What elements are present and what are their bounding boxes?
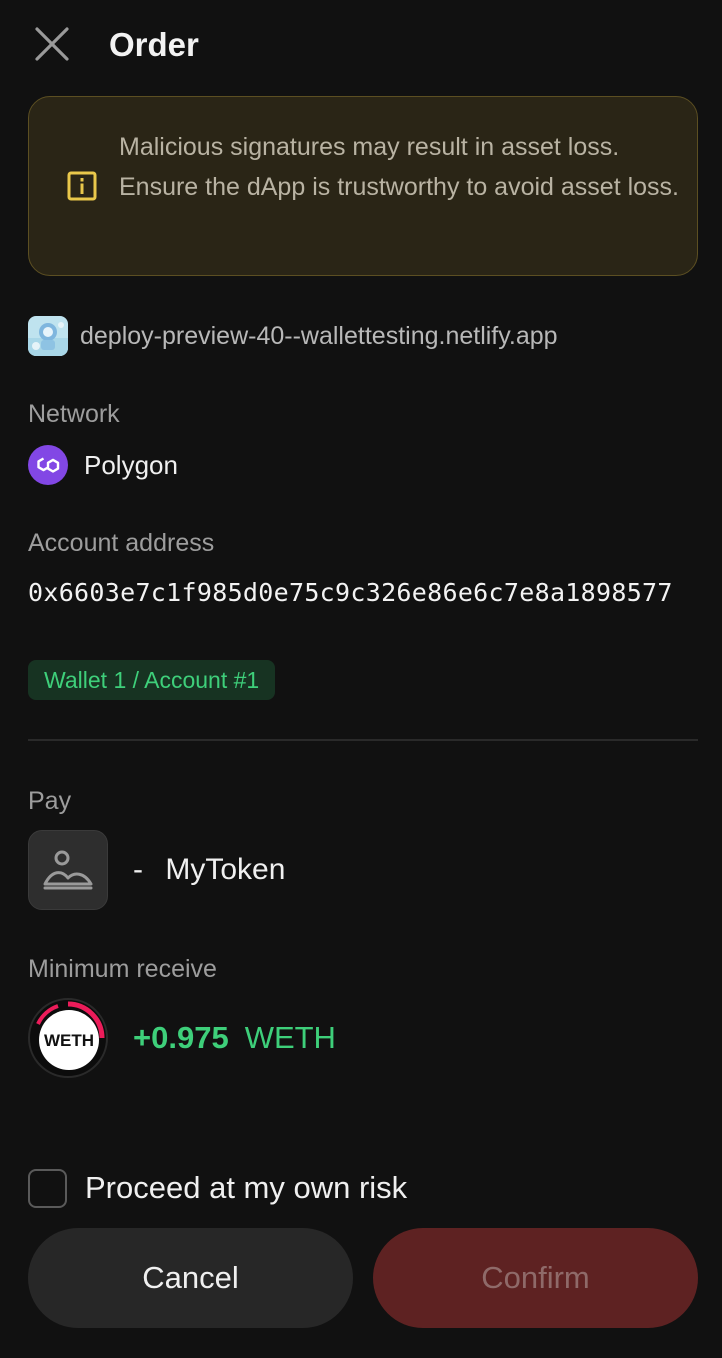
order-sheet: Order Malicious signatures may result in… [0, 0, 722, 1358]
polygon-icon [28, 445, 68, 485]
proceed-at-own-risk-row[interactable]: Proceed at my own risk [28, 1168, 407, 1208]
network-name: Polygon [84, 449, 178, 480]
dapp-origin: deploy-preview-40--wallettesting.netlify… [28, 316, 558, 356]
pay-token: - MyToken [133, 853, 285, 887]
pay-token-row: - MyToken [28, 830, 285, 910]
account-address: 0x6603e7c1f985d0e75c9c326e86e6c7e8a18985… [28, 578, 673, 607]
dapp-favicon [28, 316, 68, 356]
network-row: Polygon [28, 444, 178, 486]
dapp-host: deploy-preview-40--wallettesting.netlify… [80, 321, 558, 350]
proceed-risk-checkbox[interactable] [28, 1168, 67, 1208]
close-icon [35, 27, 69, 61]
risk-warning-banner: Malicious signatures may result in asset… [28, 96, 698, 276]
pay-token-name: MyToken [165, 853, 286, 886]
confirm-button[interactable]: Confirm [373, 1228, 698, 1328]
image-placeholder-icon [28, 830, 108, 910]
weth-logo-text: WETH [44, 1031, 94, 1050]
receive-amount: +0.975 [133, 1020, 229, 1055]
receive-symbol: WETH [244, 1020, 336, 1055]
wallet-account-badge: Wallet 1 / Account #1 [28, 660, 276, 700]
pay-amount-dash: - [133, 853, 143, 886]
pay-label: Pay [28, 787, 72, 815]
header: Order [0, 0, 722, 90]
account-label: Account address [28, 529, 215, 557]
info-warning-icon [67, 171, 97, 201]
network-label: Network [28, 400, 120, 428]
warning-message: Malicious signatures may result in asset… [119, 133, 679, 201]
page-title: Order [109, 26, 199, 63]
close-button[interactable] [28, 20, 76, 68]
minimum-receive-label: Minimum receive [28, 955, 217, 983]
proceed-risk-label[interactable]: Proceed at my own risk [85, 1170, 407, 1206]
cancel-button[interactable]: Cancel [28, 1228, 353, 1328]
receive-token-row: WETH +0.975 WETH [28, 998, 336, 1078]
section-divider [28, 739, 698, 741]
weth-logo-icon: WETH [28, 998, 108, 1078]
